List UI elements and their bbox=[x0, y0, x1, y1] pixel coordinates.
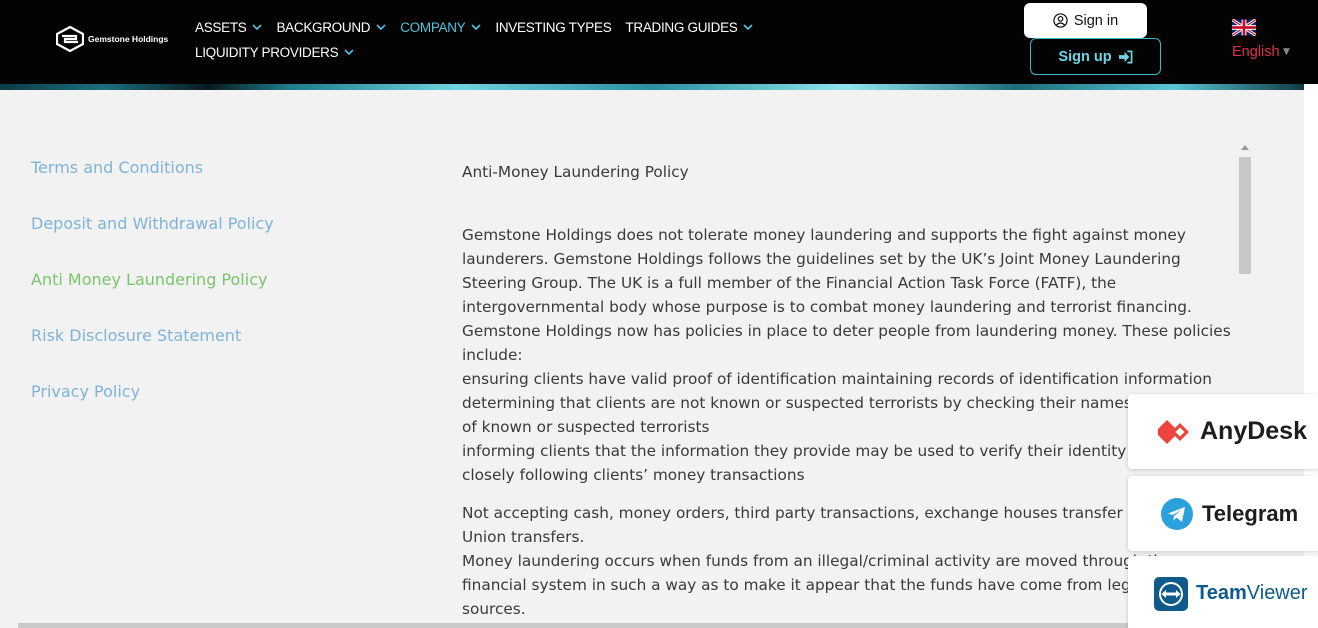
sidebar-item-privacy-policy[interactable]: Privacy Policy bbox=[31, 382, 274, 404]
logo[interactable]: Gemstone Holdings bbox=[56, 26, 168, 52]
uk-flag-icon[interactable] bbox=[1232, 19, 1256, 36]
telegram-label: Telegram bbox=[1202, 500, 1299, 526]
article-title: Anti-Money Laundering Policy bbox=[462, 163, 689, 181]
chevron-down-icon bbox=[252, 24, 263, 30]
nav-item-liquidity-providers[interactable]: LIQUIDITY PROVIDERS bbox=[195, 45, 354, 60]
site-header: Gemstone Holdings ASSETS BACKGROUND COMPAN… bbox=[0, 0, 1318, 84]
teamviewer-widget[interactable]: TeamViewer bbox=[1128, 556, 1318, 628]
sidebar-item-deposit-and-withdrawal-policy[interactable]: Deposit and Withdrawal Policy bbox=[31, 214, 274, 236]
teamviewer-label-light: Viewer bbox=[1246, 582, 1308, 604]
horizontal-scrollbar[interactable] bbox=[18, 623, 1296, 628]
language-selector[interactable]: English bbox=[1232, 44, 1280, 60]
sign-in-arrow-icon bbox=[1118, 50, 1133, 63]
nav-item-investing-types[interactable]: INVESTING TYPES bbox=[495, 20, 611, 35]
telegram-logo-icon bbox=[1161, 497, 1193, 530]
policy-sidebar: Terms and Conditions Deposit and Withdraw… bbox=[31, 158, 274, 438]
chevron-down-icon bbox=[344, 49, 354, 55]
policy-article: Anti-Money Laundering Policy Gemstone Ho… bbox=[462, 160, 1232, 622]
sidebar-item-terms-and-conditions[interactable]: Terms and Conditions bbox=[31, 158, 274, 180]
telegram-widget[interactable]: Telegram bbox=[1128, 476, 1318, 551]
sidebar-item-risk-disclosure-statement[interactable]: Risk Disclosure Statement bbox=[31, 326, 274, 348]
scroll-up-arrow-icon[interactable] bbox=[1241, 145, 1249, 150]
chevron-down-icon bbox=[471, 24, 481, 30]
user-icon bbox=[1053, 13, 1068, 28]
scrollbar-thumb[interactable] bbox=[1239, 157, 1251, 274]
chevron-down-icon bbox=[376, 24, 386, 30]
anydesk-logo-icon bbox=[1158, 419, 1189, 444]
teamviewer-logo-icon bbox=[1154, 576, 1188, 611]
sign-in-button[interactable]: Sign in bbox=[1024, 3, 1147, 38]
nav-item-background[interactable]: BACKGROUND bbox=[276, 20, 386, 35]
nav-row-secondary: LIQUIDITY PROVIDERS bbox=[195, 41, 795, 63]
nav-row-primary: ASSETS BACKGROUND COMPANY INVESTING TYPES TR… bbox=[195, 16, 795, 38]
nav-item-assets[interactable]: ASSETS bbox=[195, 19, 263, 35]
nav-item-company[interactable]: COMPANY bbox=[400, 20, 481, 35]
sign-up-label: Sign up bbox=[1058, 48, 1112, 65]
teamviewer-label: TeamViewer bbox=[1196, 582, 1308, 605]
sidebar-item-anti-money-laundering-policy[interactable]: Anti Money Laundering Policy bbox=[31, 270, 274, 292]
anydesk-widget[interactable]: AnyDesk bbox=[1128, 394, 1318, 469]
main-nav: ASSETS BACKGROUND COMPANY INVESTING TYPES TR… bbox=[195, 16, 795, 66]
nav-item-trading-guides[interactable]: TRADING GUIDES bbox=[625, 19, 754, 35]
gemstone-logo-icon bbox=[56, 26, 84, 52]
anydesk-label: AnyDesk bbox=[1200, 417, 1307, 445]
sign-up-button[interactable]: Sign up bbox=[1030, 38, 1161, 75]
logo-text: Gemstone Holdings bbox=[88, 34, 169, 44]
article-paragraph: Not accepting cash, money orders, third … bbox=[462, 504, 1211, 618]
chevron-down-icon bbox=[743, 24, 754, 30]
nav-item-label: COMPANY bbox=[400, 19, 466, 35]
caret-down-icon[interactable]: ▼ bbox=[1283, 47, 1290, 57]
nav-item-label: ASSETS bbox=[195, 19, 247, 35]
teamviewer-label-bold: Team bbox=[1196, 582, 1247, 604]
nav-item-label: TRADING GUIDES bbox=[625, 19, 738, 35]
nav-item-label: INVESTING TYPES bbox=[495, 19, 612, 35]
article-paragraph: Gemstone Holdings does not tolerate mone… bbox=[462, 226, 1231, 484]
sign-in-label: Sign in bbox=[1073, 12, 1119, 29]
nav-item-label: BACKGROUND bbox=[276, 19, 371, 35]
nav-item-label: LIQUIDITY PROVIDERS bbox=[195, 44, 339, 60]
